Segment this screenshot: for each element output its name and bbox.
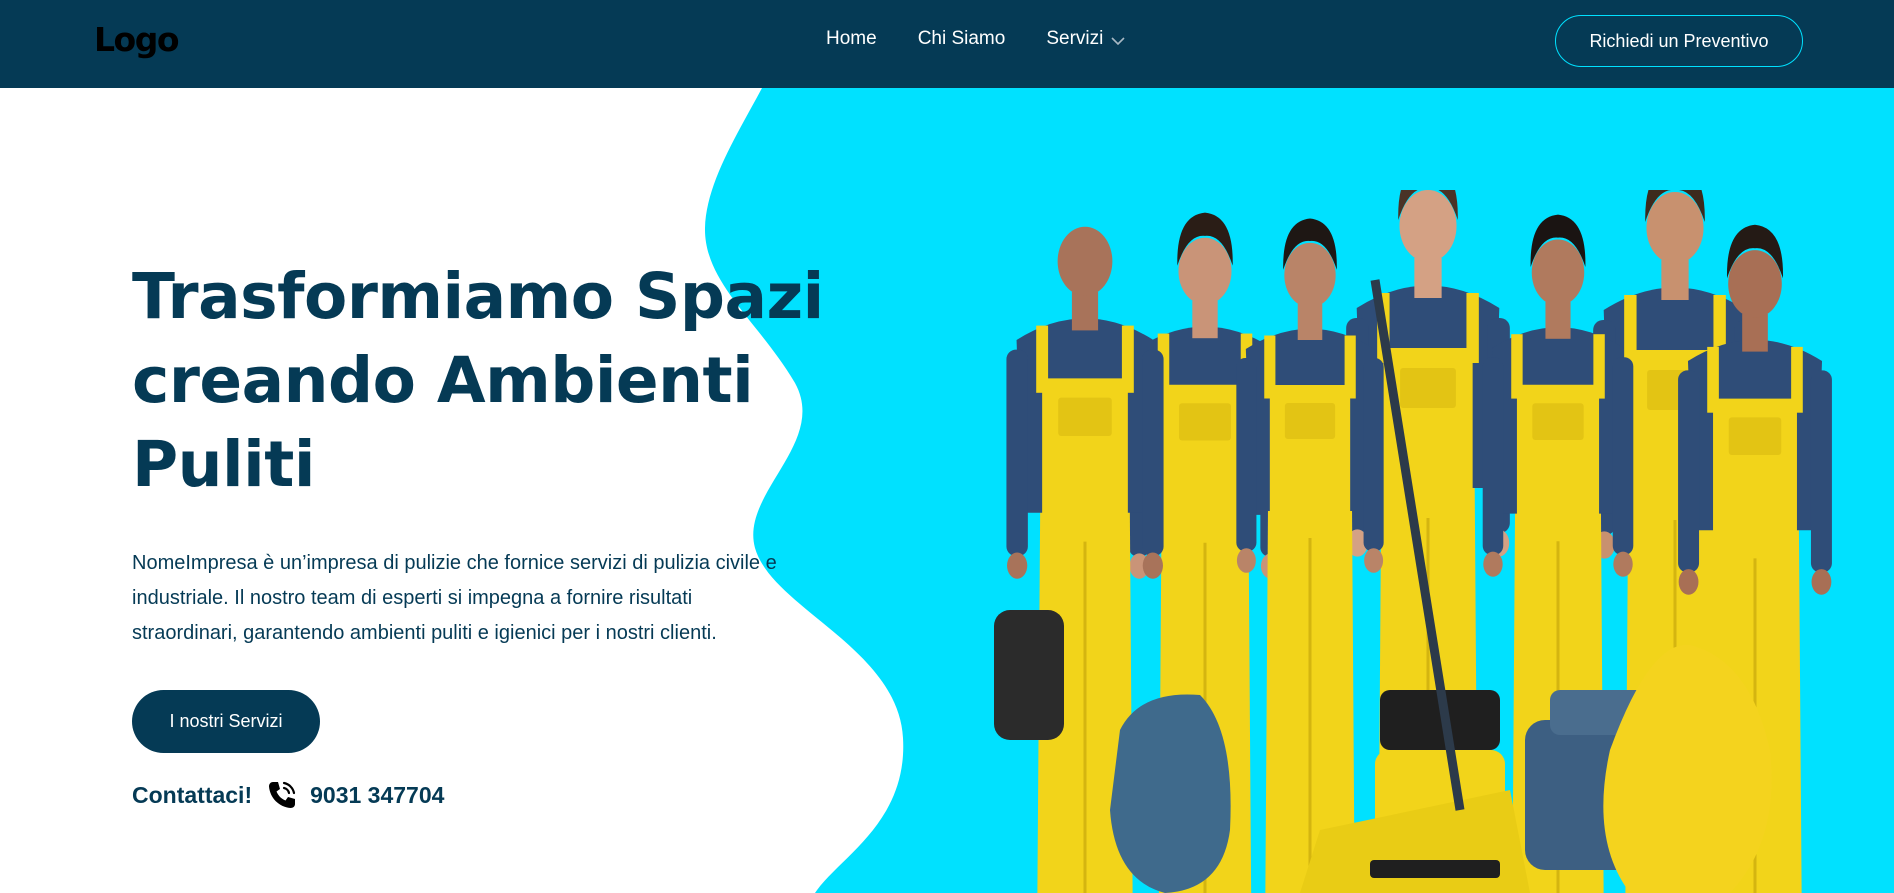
hero-title-line: Puliti xyxy=(132,428,315,501)
chevron-down-icon xyxy=(1111,36,1125,45)
hero-title-line: Trasformiamo Spazi xyxy=(132,260,824,333)
contact-row: Contattaci! 9031 347704 xyxy=(132,777,444,813)
nav-item-servizi-label: Servizi xyxy=(1046,28,1104,49)
our-services-button[interactable]: I nostri Servizi xyxy=(132,690,320,753)
hero-title-line: creando Ambienti xyxy=(132,344,754,417)
request-quote-button[interactable]: Richiedi un Preventivo xyxy=(1555,15,1803,67)
nav-item-chi-siamo[interactable]: Chi Siamo xyxy=(918,28,1006,50)
logo[interactable]: Logo xyxy=(94,20,180,59)
contact-label: Contattaci! xyxy=(132,781,253,808)
cleaning-team-photo xyxy=(994,190,1832,893)
top-navbar: Logo Home Chi Siamo Servizi Richiedi un … xyxy=(0,0,1894,88)
nav-item-home[interactable]: Home xyxy=(826,28,877,50)
phone-icon xyxy=(269,781,296,808)
hero-description-line: industriale. Il nostro team di esperti s… xyxy=(132,587,693,609)
nav-item-servizi[interactable]: Servizi xyxy=(1046,28,1125,50)
hero-description-line: NomeImpresa è un’impresa di pulizie che … xyxy=(132,552,777,574)
main-nav: Home Chi Siamo Servizi xyxy=(826,28,1125,50)
phone-number[interactable]: 9031 347704 xyxy=(310,782,444,809)
hero-description: NomeImpresa è un’impresa di pulizie che … xyxy=(132,546,867,651)
hero-title: Trasformiamo Spazi creando Ambienti Puli… xyxy=(132,255,852,507)
hero-description-line: straordinari, garantendo ambienti puliti… xyxy=(132,622,717,644)
team-figures xyxy=(994,190,1832,893)
